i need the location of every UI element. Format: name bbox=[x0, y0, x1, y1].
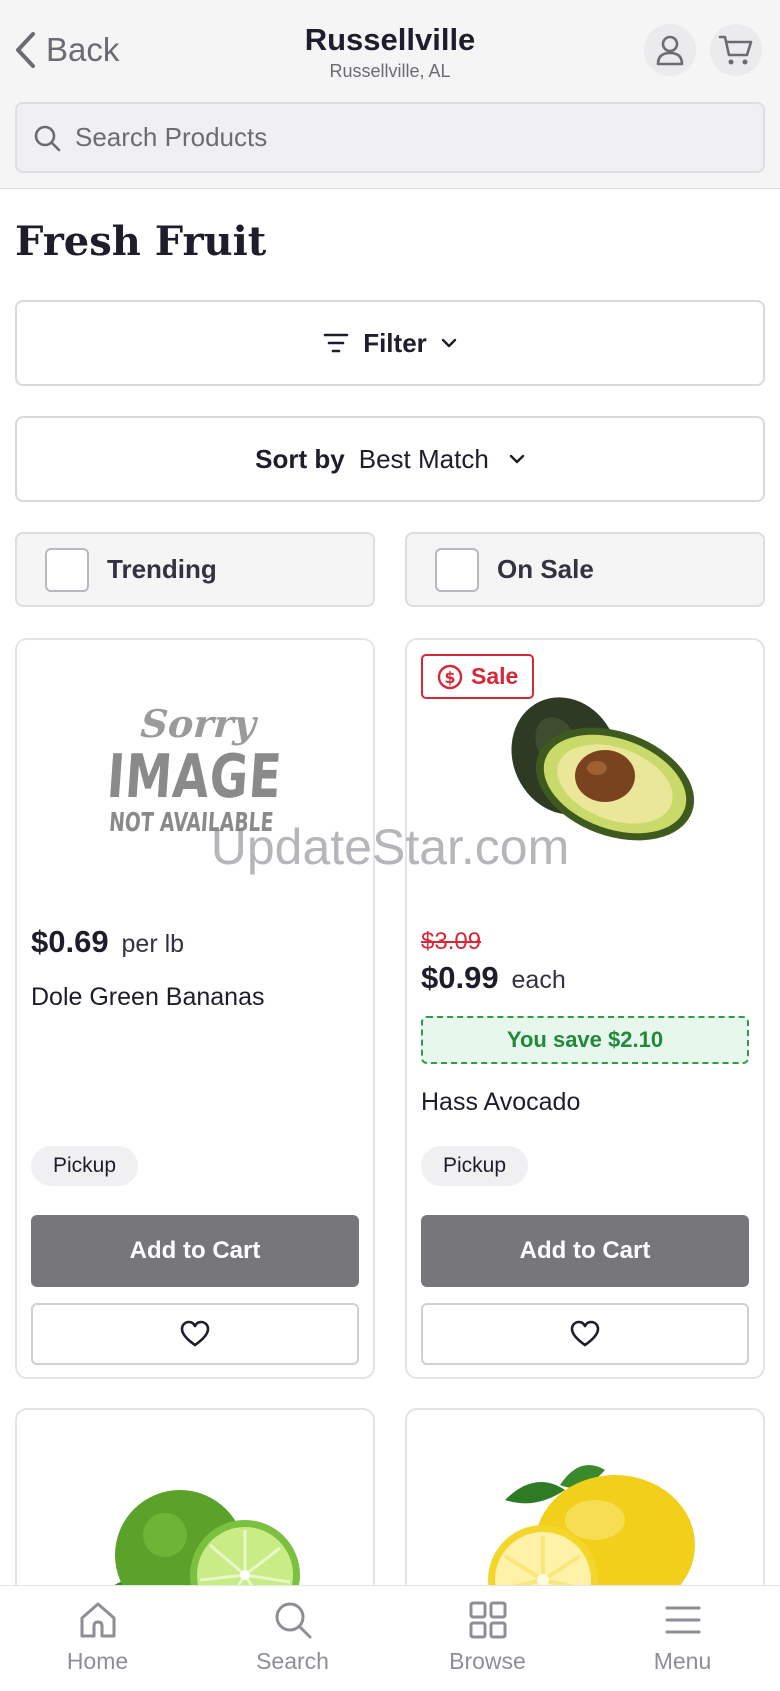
nav-home[interactable]: Home bbox=[0, 1586, 195, 1691]
savings-box: You save $2.10 bbox=[421, 1016, 749, 1064]
home-icon bbox=[80, 1602, 115, 1638]
product-name[interactable]: Dole Green Bananas bbox=[31, 983, 264, 1012]
filter-label: Filter bbox=[363, 327, 427, 358]
search-icon bbox=[34, 125, 61, 151]
menu-icon bbox=[665, 1606, 700, 1634]
nav-search[interactable]: Search bbox=[195, 1586, 390, 1691]
product-name[interactable]: Hass Avocado bbox=[421, 1088, 580, 1117]
chevron-down-icon bbox=[509, 454, 525, 464]
bottom-nav: Home Search Browse Menu bbox=[0, 1585, 780, 1691]
price-unit: each bbox=[511, 966, 566, 994]
product-image[interactable]: Sorry IMAGE NOT AVAILABLE bbox=[31, 654, 359, 884]
filter-button[interactable]: Filter bbox=[15, 300, 765, 386]
avocado-image bbox=[511, 697, 695, 841]
sort-dropdown[interactable]: Sort by Best Match bbox=[15, 416, 765, 502]
search-input[interactable] bbox=[75, 122, 735, 153]
favorite-button[interactable] bbox=[31, 1303, 359, 1365]
svg-text:$: $ bbox=[444, 668, 455, 687]
nav-search-label: Search bbox=[256, 1648, 329, 1674]
price-row: $0.99 each bbox=[421, 960, 566, 996]
fulfillment-pill: Pickup bbox=[421, 1146, 529, 1186]
cart-icon bbox=[718, 35, 753, 65]
image-unavailable-placeholder: Sorry IMAGE NOT AVAILABLE bbox=[76, 701, 314, 838]
placeholder-line-2: IMAGE bbox=[104, 741, 285, 812]
trending-label: Trending bbox=[107, 554, 217, 584]
add-to-cart-button[interactable]: Add to Cart bbox=[421, 1215, 749, 1287]
filter-lines-icon bbox=[323, 333, 349, 353]
dollar-badge-icon: $ bbox=[437, 664, 463, 689]
product-card[interactable]: Sorry IMAGE NOT AVAILABLE $0.69 per lb D… bbox=[15, 638, 375, 1379]
nav-browse-label: Browse bbox=[449, 1648, 526, 1674]
placeholder-line-3: NOT AVAILABLE bbox=[108, 807, 275, 838]
price-row: $0.69 per lb bbox=[31, 924, 184, 960]
trending-toggle[interactable]: Trending bbox=[15, 532, 375, 607]
chevron-down-icon bbox=[441, 338, 456, 348]
on-sale-label: On Sale bbox=[497, 554, 594, 584]
sale-badge: $ Sale bbox=[421, 654, 535, 699]
on-sale-checkbox[interactable] bbox=[435, 547, 479, 592]
placeholder-line-1: Sorry bbox=[139, 700, 258, 746]
price-unit: per lb bbox=[121, 930, 185, 958]
user-icon bbox=[656, 35, 684, 66]
product-price: $0.69 bbox=[31, 924, 109, 959]
nav-menu-label: Menu bbox=[653, 1648, 712, 1674]
favorite-button[interactable] bbox=[421, 1303, 749, 1365]
product-card[interactable]: $ Sale $3.09 $0.99 each You save $2.10 H… bbox=[405, 638, 765, 1379]
nav-menu[interactable]: Menu bbox=[585, 1586, 780, 1691]
nav-home-label: Home bbox=[66, 1648, 129, 1674]
product-price: $0.99 bbox=[421, 960, 499, 995]
page-title: Fresh Fruit bbox=[15, 218, 267, 265]
header-bar: Back Russellville Russellville, AL bbox=[0, 0, 780, 189]
on-sale-toggle[interactable]: On Sale bbox=[405, 532, 765, 607]
add-to-cart-button[interactable]: Add to Cart bbox=[31, 1215, 359, 1287]
sort-label: Sort by bbox=[255, 443, 345, 474]
original-price: $3.09 bbox=[421, 928, 482, 955]
nav-browse[interactable]: Browse bbox=[390, 1586, 585, 1691]
grid-icon bbox=[469, 1601, 506, 1639]
account-button[interactable] bbox=[644, 24, 696, 76]
fulfillment-pill: Pickup bbox=[31, 1146, 139, 1186]
search-icon bbox=[275, 1602, 311, 1639]
sort-value: Best Match bbox=[358, 443, 489, 474]
search-bar[interactable] bbox=[15, 102, 765, 173]
trending-checkbox[interactable] bbox=[45, 547, 89, 592]
cart-button[interactable] bbox=[710, 24, 762, 76]
heart-icon bbox=[570, 1320, 600, 1347]
heart-icon bbox=[180, 1320, 210, 1347]
sale-badge-label: Sale bbox=[471, 663, 519, 689]
